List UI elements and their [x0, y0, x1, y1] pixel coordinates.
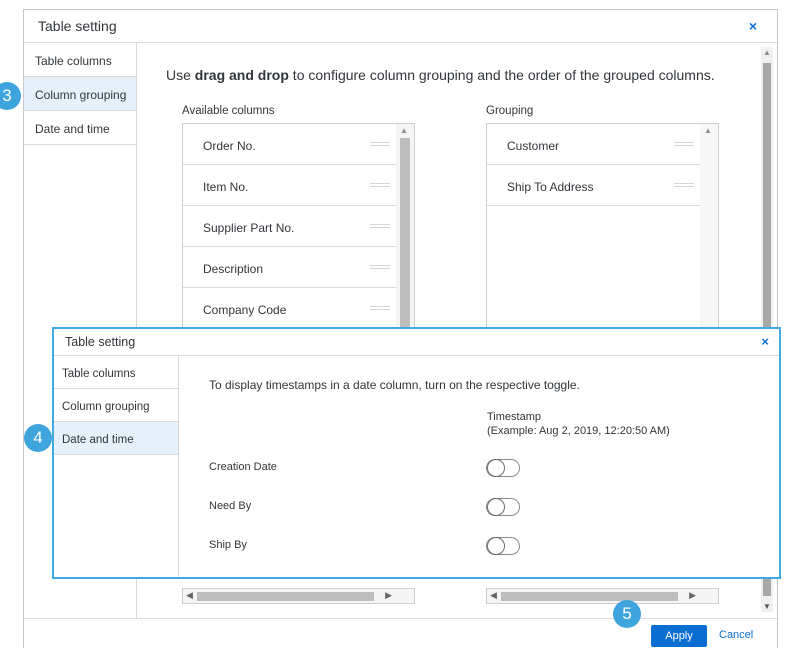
step-badge-4: 4 — [24, 424, 52, 452]
dialog-header: Table setting × — [54, 329, 779, 356]
cancel-button[interactable]: Cancel — [719, 629, 753, 641]
drag-handle-icon[interactable] — [674, 142, 694, 146]
grouping-list: Customer Ship To Address ▲ — [486, 123, 719, 343]
list-scrollbar[interactable]: ▲ — [396, 124, 414, 342]
list-scrollbar[interactable]: ▲ — [700, 124, 718, 342]
scroll-up-icon[interactable]: ▲ — [704, 126, 712, 135]
list-item[interactable]: Supplier Part No. — [183, 206, 414, 247]
sidebar-item-table-columns[interactable]: Table columns — [54, 356, 178, 389]
grouping-instruction: Use drag and drop to configure column gr… — [166, 67, 715, 83]
scroll-up-icon[interactable]: ▲ — [400, 126, 408, 135]
available-hscrollbar[interactable]: ◀ ▶ — [182, 588, 415, 604]
ship-by-label: Ship By — [209, 539, 247, 551]
timestamp-header: Timestamp (Example: Aug 2, 2019, 12:20:5… — [487, 411, 670, 437]
timestamp-instruction: To display timestamps in a date column, … — [209, 378, 580, 392]
date-and-time-dialog: Table setting × Table columns Column gro… — [52, 327, 781, 579]
close-icon[interactable]: × — [761, 334, 769, 349]
timestamp-example: (Example: Aug 2, 2019, 12:20:50 AM) — [487, 425, 670, 437]
dialog-header: Table setting × — [24, 10, 777, 43]
sidebar-item-column-grouping[interactable]: Column grouping — [24, 77, 136, 111]
scroll-right-icon[interactable]: ▶ — [689, 590, 696, 601]
dialog-footer: Apply Cancel — [24, 618, 777, 648]
sidebar-item-date-and-time[interactable]: Date and time — [24, 111, 136, 145]
grouping-hscrollbar[interactable]: ◀ ▶ — [486, 588, 719, 604]
sidebar-item-table-columns[interactable]: Table columns — [24, 43, 136, 77]
sidebar-item-column-grouping[interactable]: Column grouping — [54, 389, 178, 422]
need-by-label: Need By — [209, 500, 252, 512]
drag-handle-icon[interactable] — [370, 224, 390, 228]
close-icon[interactable]: × — [749, 18, 757, 34]
drag-handle-icon[interactable] — [370, 265, 390, 269]
list-item[interactable]: Description — [183, 247, 414, 288]
scroll-left-icon[interactable]: ◀ — [490, 590, 497, 601]
dialog-title: Table setting — [38, 18, 117, 34]
creation-date-label: Creation Date — [209, 461, 277, 473]
list-item[interactable]: Customer — [487, 124, 718, 165]
creation-date-toggle[interactable] — [486, 459, 520, 477]
sidebar-item-date-and-time[interactable]: Date and time — [54, 422, 178, 455]
ship-by-toggle[interactable] — [486, 537, 520, 555]
drag-handle-icon[interactable] — [370, 306, 390, 310]
list-item[interactable]: Item No. — [183, 165, 414, 206]
step-badge-5: 5 — [613, 600, 641, 628]
drag-handle-icon[interactable] — [674, 183, 694, 187]
need-by-toggle[interactable] — [486, 498, 520, 516]
scroll-right-icon[interactable]: ▶ — [385, 590, 392, 601]
list-item[interactable]: Ship To Address — [487, 165, 718, 206]
drag-handle-icon[interactable] — [370, 142, 390, 146]
drag-handle-icon[interactable] — [370, 183, 390, 187]
available-columns-header: Available columns — [182, 105, 275, 117]
available-columns-list: Order No. Item No. Supplier Part No. Des… — [182, 123, 415, 343]
scroll-up-icon[interactable]: ▲ — [763, 48, 771, 57]
settings-sidebar: Table columns Column grouping Date and t… — [54, 356, 179, 577]
date-and-time-panel: To display timestamps in a date column, … — [180, 356, 779, 577]
dialog-title: Table setting — [65, 335, 136, 349]
scroll-down-icon[interactable]: ▼ — [763, 602, 771, 611]
list-item[interactable]: Company Code — [183, 288, 414, 329]
step-badge-3: 3 — [0, 82, 21, 110]
list-item[interactable]: Order No. — [183, 124, 414, 165]
grouping-header: Grouping — [486, 105, 534, 117]
scroll-left-icon[interactable]: ◀ — [186, 590, 193, 601]
apply-button[interactable]: Apply — [651, 625, 707, 647]
